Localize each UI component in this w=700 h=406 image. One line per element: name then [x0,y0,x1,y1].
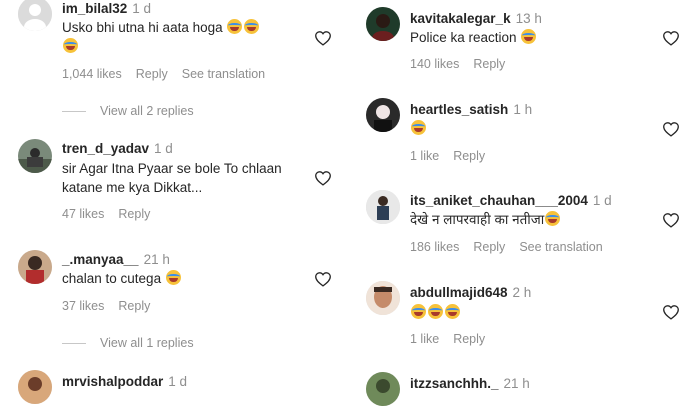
avatar[interactable] [366,281,400,315]
username[interactable]: itzzsanchhh._ [410,376,499,391]
like-count[interactable]: 1 like [410,332,439,346]
reply-button[interactable]: Reply [453,149,485,163]
see-translation-link[interactable]: See translation [182,67,265,81]
laughing-emoji-icon [63,38,78,53]
laughing-emoji-icon [165,270,181,285]
like-count[interactable]: 140 likes [410,57,459,71]
laughing-emoji-icon [244,19,260,34]
comment-text-content: Police ka reaction [410,30,517,45]
comment-text: Usko bhi utna hi aata hoga [62,18,302,56]
heart-outline-icon[interactable] [662,30,680,46]
laughing-emoji-icon [521,29,537,44]
username[interactable]: im_bilal32 [62,1,127,16]
heart-outline-icon[interactable] [314,170,332,186]
username[interactable]: abdullmajid648 [410,285,508,300]
timestamp: 1 d [168,374,188,389]
laughing-emoji-icon [445,304,460,319]
username[interactable]: tren_d_yadav [62,141,149,156]
reply-button[interactable]: Reply [118,299,150,313]
timestamp: 2 h [512,285,532,300]
laughing-emoji-icon [227,19,243,34]
laughing-emoji-icon [428,304,443,319]
replies-divider [62,343,86,345]
timestamp: 1 d [154,141,173,156]
reply-button[interactable]: Reply [473,57,505,71]
like-count[interactable]: 186 likes [410,240,459,254]
timestamp: 1 d [592,193,612,208]
heart-outline-icon[interactable] [314,271,332,287]
username[interactable]: kavitakalegar_k [410,11,511,26]
username[interactable]: its_aniket_chauhan___2004 [410,193,588,208]
avatar[interactable] [18,250,52,284]
see-translation-link[interactable]: See translation [519,240,602,254]
like-count[interactable]: 47 likes [62,207,104,221]
like-count[interactable]: 1 like [410,149,439,163]
avatar[interactable] [18,0,52,31]
like-count[interactable]: 37 likes [62,299,104,313]
reply-button[interactable]: Reply [453,332,485,346]
comment-text-content: chalan to cutega [62,271,162,286]
comment-text: देखे न लापरवाही का नतीजा [410,210,650,229]
view-replies-button[interactable]: View all 2 replies [100,104,194,118]
comment-text [410,303,650,322]
heart-outline-icon[interactable] [662,304,680,320]
avatar[interactable] [366,98,400,132]
comment-text-content: Usko bhi utna hi aata hoga [62,20,223,35]
timestamp: 21 h [503,376,530,391]
comment-text-content: देखे न लापरवाही का नतीजा [410,212,545,227]
timestamp: 1 h [513,102,533,117]
reply-button[interactable]: Reply [473,240,505,254]
heart-outline-icon[interactable] [314,30,332,46]
avatar[interactable] [366,372,400,406]
heart-outline-icon[interactable] [662,121,680,137]
reply-button[interactable]: Reply [136,67,168,81]
timestamp: 1 d [132,1,152,16]
comment-text: sir Agar Itna Pyaar se bole To chlaan ka… [62,161,282,195]
comments-column-right: kavitakalegar_k 13 h Police ka reaction 1… [350,0,700,406]
avatar[interactable] [18,139,52,173]
username[interactable]: mrvishalpoddar [62,374,163,389]
view-replies-button[interactable]: View all 1 replies [100,336,194,350]
timestamp: 13 h [515,11,542,26]
laughing-emoji-icon [411,120,426,135]
avatar[interactable] [366,190,400,224]
comments-column-left: im_bilal32 1 d Usko bhi utna hi aata hoga… [0,0,350,404]
avatar[interactable] [366,7,400,41]
heart-outline-icon[interactable] [662,212,680,228]
like-count[interactable]: 1,044 likes [62,67,122,81]
avatar[interactable] [18,370,52,404]
laughing-emoji-icon [545,211,561,226]
timestamp: 21 h [143,252,170,267]
replies-divider [62,111,86,113]
comment-text: chalan to cutega [62,269,302,288]
reply-button[interactable]: Reply [118,207,150,221]
username[interactable]: heartles_satish [410,102,508,117]
username[interactable]: _.manyaa__ [62,252,139,267]
comment-text: Police ka reaction [410,28,650,47]
comment-text [410,119,650,138]
laughing-emoji-icon [411,304,426,319]
